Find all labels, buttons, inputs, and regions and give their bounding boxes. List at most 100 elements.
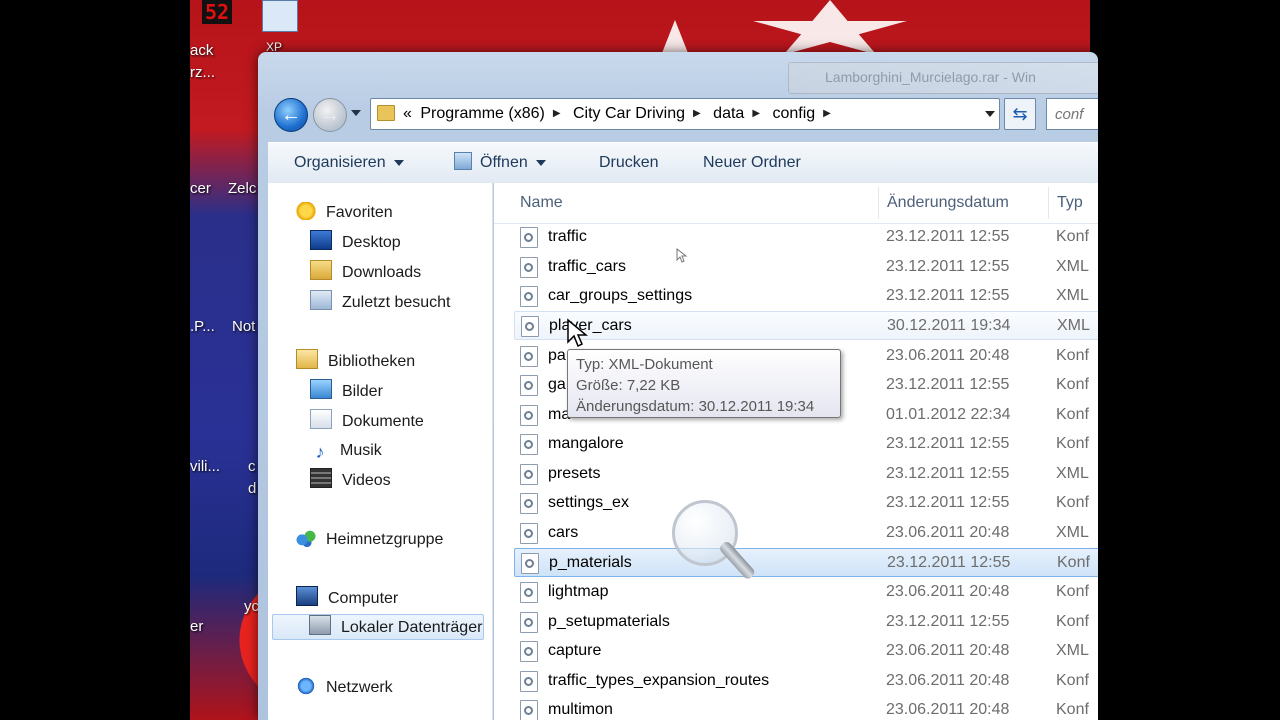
nav-label: Netzwerk xyxy=(326,679,393,696)
chevron-down-icon[interactable] xyxy=(985,111,995,117)
refresh-button[interactable]: ⇆ xyxy=(1004,98,1036,130)
desktop-icon-label[interactable]: Not xyxy=(232,318,255,335)
nav-local-disk[interactable]: Lokaler Datenträger xyxy=(272,614,484,640)
file-row[interactable]: presets 23.12.2011 12:55 XML xyxy=(514,460,1098,487)
file-date: 23.06.2011 20:48 xyxy=(886,672,1010,689)
nav-label: Zuletzt besucht xyxy=(342,294,451,311)
breadcrumb-item[interactable]: City Car Driving xyxy=(571,105,687,122)
libraries-icon xyxy=(296,349,318,369)
search-box[interactable] xyxy=(1046,98,1098,130)
nav-computer[interactable]: Computer xyxy=(296,586,398,612)
breadcrumb-item[interactable]: data xyxy=(711,105,746,122)
desktop-clock: 52 xyxy=(202,0,233,24)
config-file-icon xyxy=(520,464,538,485)
desktop-icon-label[interactable]: .P... xyxy=(190,318,215,335)
search-input[interactable] xyxy=(1047,99,1098,129)
column-type[interactable]: Typ xyxy=(1057,183,1083,223)
nav-favorites[interactable]: Favoriten xyxy=(296,200,393,226)
nav-network[interactable]: Netzwerk xyxy=(296,675,393,701)
print-button[interactable]: Drucken xyxy=(599,143,659,183)
nav-label: Lokaler Datenträger xyxy=(341,619,483,636)
column-divider[interactable] xyxy=(1048,187,1049,219)
file-row[interactable]: lightmap 23.06.2011 20:48 Konf xyxy=(514,578,1098,605)
breadcrumb-item[interactable]: Programme (x86) xyxy=(418,105,546,122)
file-row[interactable]: traffic_cars 23.12.2011 12:55 XML xyxy=(514,253,1098,280)
nav-music[interactable]: ♪ Musik xyxy=(310,438,382,464)
file-name: player_cars xyxy=(549,317,632,334)
desktop-icon-label[interactable]: c xyxy=(248,458,256,475)
desktop-icon-label[interactable]: yc xyxy=(244,598,259,615)
file-row[interactable]: p_materials 23.12.2011 12:55 Konf xyxy=(514,548,1098,577)
organize-button[interactable]: Organisieren xyxy=(294,143,404,183)
nav-documents[interactable]: Dokumente xyxy=(310,409,424,435)
nav-desktop[interactable]: Desktop xyxy=(310,230,401,256)
nav-label: Computer xyxy=(328,590,399,607)
chevron-right-icon[interactable]: ▶ xyxy=(553,99,561,129)
film-icon xyxy=(310,468,332,488)
nav-videos[interactable]: Videos xyxy=(310,468,391,494)
file-name: cars xyxy=(548,524,579,541)
config-file-icon xyxy=(520,405,538,426)
forward-button[interactable]: → xyxy=(313,98,347,132)
breadcrumb-item[interactable]: config xyxy=(770,105,817,122)
file-row[interactable]: multimon 23.06.2011 20:48 Konf xyxy=(514,696,1098,720)
desktop-icon-label[interactable]: vili... xyxy=(190,458,220,475)
nav-downloads[interactable]: Downloads xyxy=(310,260,421,286)
desktop-icon-label[interactable]: ack xyxy=(190,42,213,59)
file-date: 01.01.2012 22:34 xyxy=(886,406,1011,423)
file-name: p_setupmaterials xyxy=(548,613,670,630)
file-row[interactable]: mangalore 23.12.2011 12:55 Konf xyxy=(514,430,1098,457)
column-date[interactable]: Änderungsdatum xyxy=(887,183,1009,223)
nav-label: Downloads xyxy=(342,264,422,281)
file-type: Konf xyxy=(1056,406,1089,423)
file-date: 23.12.2011 12:55 xyxy=(886,435,1010,452)
file-row[interactable]: traffic 23.12.2011 12:55 Konf xyxy=(514,223,1098,250)
file-row[interactable]: player_cars 30.12.2011 19:34 XML xyxy=(514,311,1098,340)
file-row[interactable]: traffic_types_expansion_routes 23.06.2011… xyxy=(514,667,1098,694)
recent-pages-dropdown[interactable] xyxy=(351,110,361,116)
breadcrumb-overflow[interactable]: « xyxy=(401,105,414,122)
desktop-app-icon[interactable] xyxy=(262,0,298,32)
column-name[interactable]: Name xyxy=(520,183,563,223)
chevron-right-icon[interactable]: ▶ xyxy=(752,99,760,129)
breadcrumb: « Programme (x86) ▶ City Car Driving ▶ dat… xyxy=(401,99,837,129)
address-bar[interactable]: « Programme (x86) ▶ City Car Driving ▶ dat… xyxy=(370,98,1000,130)
desktop-icon-label[interactable]: d xyxy=(248,480,256,497)
background-window-title: Lamborghini_Murcielago.rar - Win xyxy=(788,62,1098,94)
config-file-icon xyxy=(520,286,538,307)
back-button[interactable]: ← xyxy=(274,98,308,132)
column-divider[interactable] xyxy=(878,187,879,219)
star-icon xyxy=(296,202,316,220)
file-row[interactable]: cars 23.06.2011 20:48 XML xyxy=(514,519,1098,546)
desktop-icon-label[interactable]: cer xyxy=(190,180,211,197)
file-row[interactable]: car_groups_settings 23.12.2011 12:55 XML xyxy=(514,282,1098,309)
nav-pictures[interactable]: Bilder xyxy=(310,379,383,405)
file-type: Konf xyxy=(1056,347,1089,364)
file-row[interactable]: p_setupmaterials 23.12.2011 12:55 Konf xyxy=(514,608,1098,635)
desktop-icon-label[interactable]: Zelc xyxy=(228,180,256,197)
nav-homegroup[interactable]: Heimnetzgruppe xyxy=(296,527,443,553)
desktop-icon-label[interactable]: er xyxy=(190,618,203,635)
file-row[interactable]: settings_ex 23.12.2011 12:55 Konf xyxy=(514,489,1098,516)
new-folder-button[interactable]: Neuer Ordner xyxy=(703,143,801,183)
downloads-folder-icon xyxy=(310,260,332,280)
nav-recent[interactable]: Zuletzt besucht xyxy=(310,290,451,316)
config-file-icon xyxy=(520,257,538,278)
file-date: 23.06.2011 20:48 xyxy=(886,347,1010,364)
chevron-down-icon xyxy=(535,159,546,166)
file-type: Konf xyxy=(1056,672,1089,689)
config-file-icon xyxy=(520,641,538,662)
chevron-right-icon[interactable]: ▶ xyxy=(823,99,831,129)
nav-libraries[interactable]: Bibliotheken xyxy=(296,349,415,375)
arrow-left-icon: ← xyxy=(281,104,301,126)
chevron-right-icon[interactable]: ▶ xyxy=(693,99,701,129)
file-info-tooltip: Typ: XML-Dokument Größe: 7,22 KB Änderun… xyxy=(567,349,841,418)
open-label: Öffnen xyxy=(480,154,528,171)
open-button[interactable]: Öffnen xyxy=(454,143,546,183)
nav-label: Musik xyxy=(340,442,382,459)
file-type: Konf xyxy=(1056,701,1089,718)
file-row[interactable]: capture 23.06.2011 20:48 XML xyxy=(514,637,1098,664)
music-note-icon: ♪ xyxy=(315,442,325,462)
desktop-icon-label[interactable]: rz... xyxy=(190,64,215,81)
tooltip-date: Änderungsdatum: 30.12.2011 19:34 xyxy=(576,398,815,415)
